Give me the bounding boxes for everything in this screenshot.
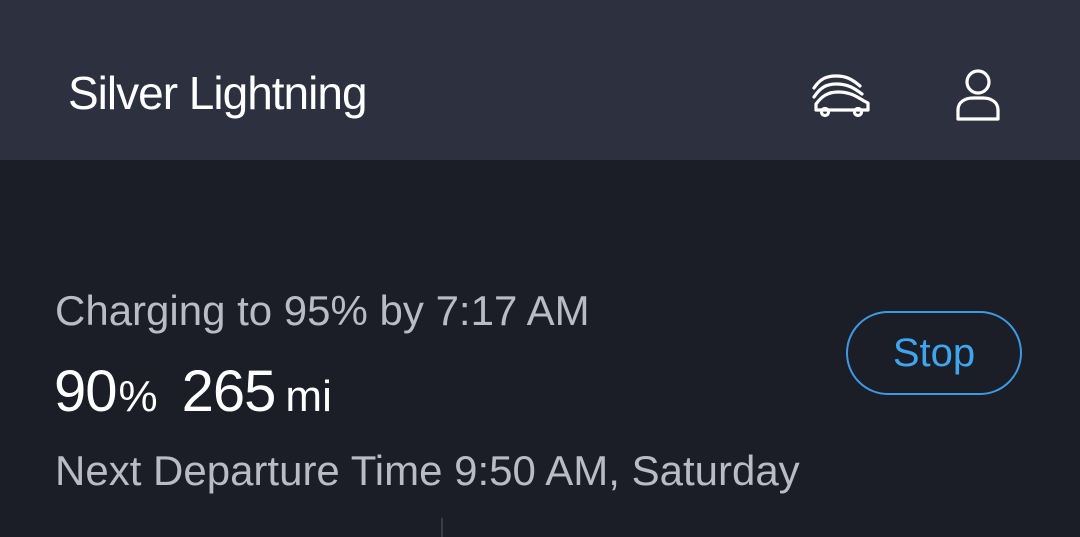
account-button[interactable] — [942, 62, 1014, 128]
scroll-indicator — [441, 518, 443, 537]
next-departure-text: Next Departure Time 9:50 AM, Saturday — [55, 447, 800, 494]
stop-charging-button[interactable]: Stop — [846, 311, 1022, 395]
garage-button[interactable] — [806, 62, 878, 128]
battery-range-stats: 90% 265 mi — [54, 352, 332, 432]
range-value: 265 — [181, 359, 277, 424]
vehicle-name: Silver Lightning — [68, 67, 368, 119]
account-person-icon — [956, 69, 1000, 121]
battery-percent: 90 — [54, 359, 118, 424]
garage-cars-icon — [812, 74, 870, 118]
range-unit: mi — [285, 372, 332, 421]
battery-percent-unit: % — [118, 372, 158, 421]
app-header: Silver Lightning — [0, 0, 1080, 160]
charging-status-text: Charging to 95% by 7:17 AM — [55, 287, 590, 334]
